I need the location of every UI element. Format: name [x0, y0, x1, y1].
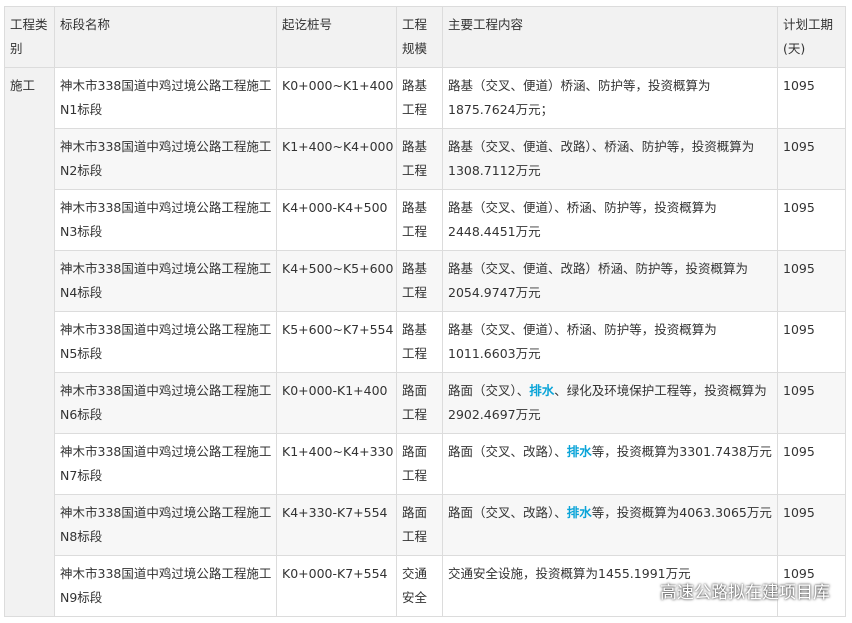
content-text: 路面（交叉、改路）、: [448, 444, 567, 459]
watermark-text: 高速公路拟在建项目库: [660, 583, 830, 603]
content-text: 路面（交叉、改路）、: [448, 505, 567, 520]
period-cell: 1095: [777, 189, 846, 251]
header-period: 计划工期(天): [777, 6, 846, 68]
period-cell: 1095: [777, 433, 846, 495]
scale-cell: 路基工程: [396, 250, 443, 312]
scale-cell: 路基工程: [396, 67, 443, 129]
content-cell: 路基（交叉、便道、改路）桥涵、防护等，投资概算为2054.9747万元: [442, 250, 778, 312]
content-cell: 路面（交叉、改路）、排水等，投资概算为4063.3065万元: [442, 494, 778, 556]
period-cell: 1095: [777, 494, 846, 556]
stake-cell: K4+330-K7+554: [276, 494, 397, 556]
table-row: 神木市338国道中鸡过境公路工程施工N6标段 K0+000-K1+400 路面工…: [5, 372, 846, 434]
scale-cell: 路基工程: [396, 189, 443, 251]
header-name: 标段名称: [54, 6, 277, 68]
drainage-keyword-link[interactable]: 排水: [529, 383, 554, 398]
scale-cell: 交通安全: [396, 555, 443, 617]
content-cell: 路面（交叉）、排水、绿化及环境保护工程等，投资概算为2902.4697万元: [442, 372, 778, 434]
stake-cell: K0+000~K1+400: [276, 67, 397, 129]
content-text: 等，投资概算为4063.3065万元: [591, 505, 772, 520]
header-scale: 工程规模: [396, 6, 443, 68]
period-cell: 1095: [777, 250, 846, 312]
name-cell: 神木市338国道中鸡过境公路工程施工N1标段: [54, 67, 277, 129]
name-cell: 神木市338国道中鸡过境公路工程施工N4标段: [54, 250, 277, 312]
table-row: 神木市338国道中鸡过境公路工程施工N8标段 K4+330-K7+554 路面工…: [5, 494, 846, 556]
content-cell: 路面（交叉、改路）、排水等，投资概算为3301.7438万元: [442, 433, 778, 495]
period-cell: 1095: [777, 128, 846, 190]
name-cell: 神木市338国道中鸡过境公路工程施工N6标段: [54, 372, 277, 434]
watermark: 高速公路拟在建项目库: [630, 578, 830, 603]
stake-cell: K5+600~K7+554: [276, 311, 397, 373]
scale-cell: 路面工程: [396, 433, 443, 495]
name-cell: 神木市338国道中鸡过境公路工程施工N8标段: [54, 494, 277, 556]
scale-cell: 路面工程: [396, 372, 443, 434]
stake-cell: K1+400~K4+000: [276, 128, 397, 190]
header-stake: 起讫桩号: [276, 6, 397, 68]
name-cell: 神木市338国道中鸡过境公路工程施工N5标段: [54, 311, 277, 373]
name-cell: 神木市338国道中鸡过境公路工程施工N9标段: [54, 555, 277, 617]
content-text: 路面（交叉）、: [448, 383, 530, 398]
header-category: 工程类别: [4, 6, 55, 68]
header-content: 主要工程内容: [442, 6, 778, 68]
stake-cell: K4+500~K5+600: [276, 250, 397, 312]
drainage-keyword-link[interactable]: 排水: [567, 505, 592, 520]
stake-cell: K1+400~K4+330: [276, 433, 397, 495]
stake-cell: K0+000-K1+400: [276, 372, 397, 434]
scale-cell: 路基工程: [396, 128, 443, 190]
name-cell: 神木市338国道中鸡过境公路工程施工N3标段: [54, 189, 277, 251]
period-cell: 1095: [777, 67, 846, 129]
drainage-keyword-link[interactable]: 排水: [567, 444, 592, 459]
scale-cell: 路面工程: [396, 494, 443, 556]
period-cell: 1095: [777, 372, 846, 434]
content-cell: 路基（交叉、便道）桥涵、防护等，投资概算为1875.7624万元；: [442, 67, 778, 129]
name-cell: 神木市338国道中鸡过境公路工程施工N7标段: [54, 433, 277, 495]
project-table: 工程类别 标段名称 起讫桩号 工程规模 主要工程内容 计划工期(天) 施工 神木…: [4, 6, 846, 617]
table-row: 神木市338国道中鸡过境公路工程施工N4标段 K4+500~K5+600 路基工…: [5, 250, 846, 312]
content-cell: 路基（交叉、便道）、桥涵、防护等，投资概算为1011.6603万元: [442, 311, 778, 373]
content-text: 等，投资概算为3301.7438万元: [591, 444, 772, 459]
period-cell: 1095: [777, 311, 846, 373]
table-row: 神木市338国道中鸡过境公路工程施工N7标段 K1+400~K4+330 路面工…: [5, 433, 846, 495]
content-cell: 路基（交叉、便道、改路）、桥涵、防护等，投资概算为1308.7112万元: [442, 128, 778, 190]
stake-cell: K0+000-K7+554: [276, 555, 397, 617]
wechat-icon: [630, 581, 654, 599]
name-cell: 神木市338国道中鸡过境公路工程施工N2标段: [54, 128, 277, 190]
category-cell: 施工: [4, 67, 55, 617]
table-header-row: 工程类别 标段名称 起讫桩号 工程规模 主要工程内容 计划工期(天): [4, 6, 846, 68]
table-row: 神木市338国道中鸡过境公路工程施工N5标段 K5+600~K7+554 路基工…: [5, 311, 846, 373]
table-row: 神木市338国道中鸡过境公路工程施工N2标段 K1+400~K4+000 路基工…: [5, 128, 846, 190]
scale-cell: 路基工程: [396, 311, 443, 373]
stake-cell: K4+000-K4+500: [276, 189, 397, 251]
table-row: 神木市338国道中鸡过境公路工程施工N3标段 K4+000-K4+500 路基工…: [5, 189, 846, 251]
content-cell: 路基（交叉、便道）、桥涵、防护等，投资概算为2448.4451万元: [442, 189, 778, 251]
table-row: 施工 神木市338国道中鸡过境公路工程施工N1标段 K0+000~K1+400 …: [4, 67, 846, 617]
